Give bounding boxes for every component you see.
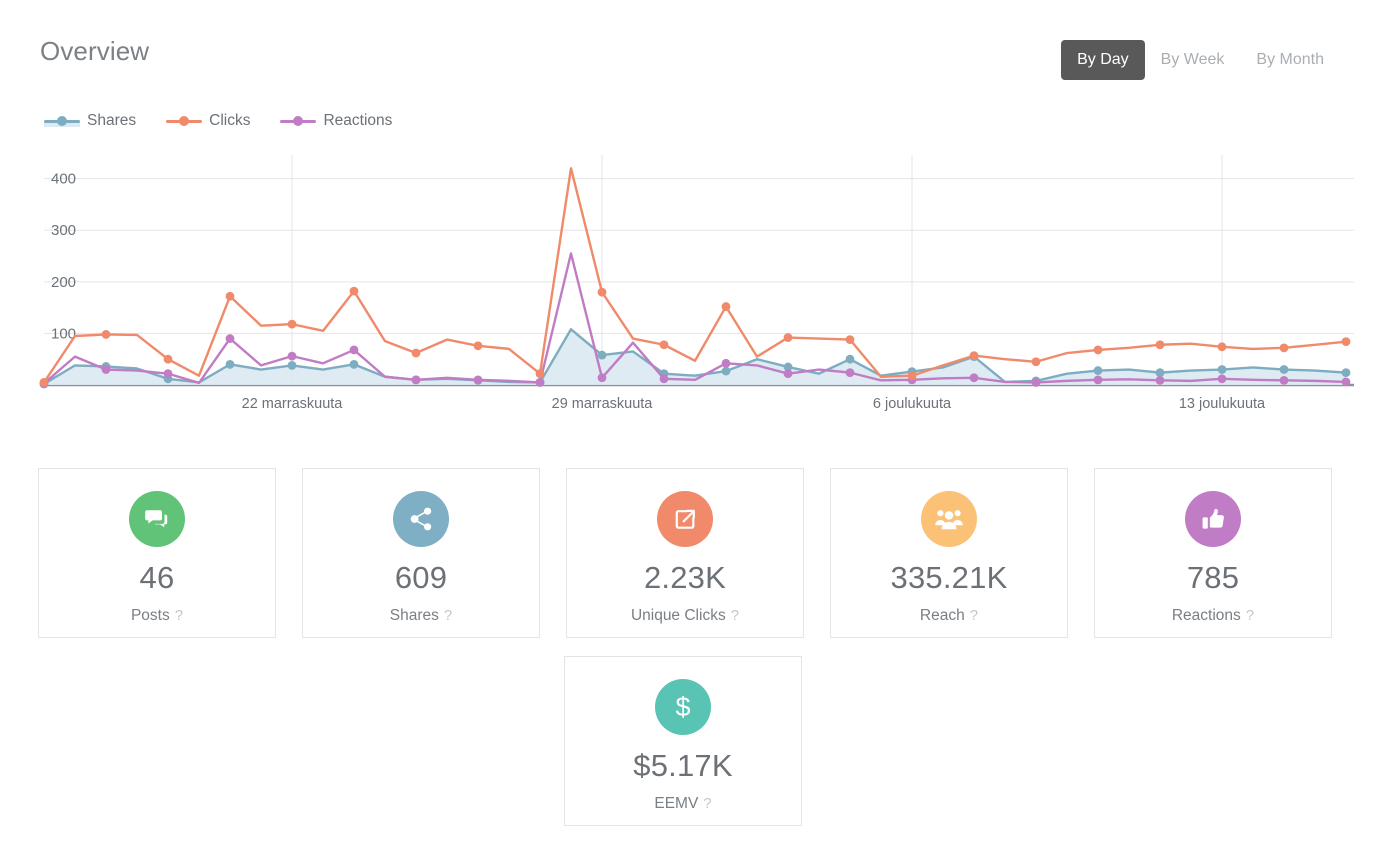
stat-card-posts[interactable]: 46 Posts ?	[38, 468, 276, 638]
help-icon-reach[interactable]: ?	[970, 607, 978, 624]
legend-swatch-shares-icon	[44, 114, 80, 128]
external-link-icon	[657, 491, 713, 547]
stat-label-text-unique-clicks: Unique Clicks	[630, 607, 726, 625]
stat-label-text-shares: Shares	[389, 607, 439, 625]
range-button-by-week[interactable]: By Week	[1145, 40, 1241, 80]
legend-item-reactions[interactable]: Reactions	[280, 112, 392, 130]
page-title: Overview	[40, 36, 150, 66]
x-axis-tick-label: 6 joulukuuta	[873, 396, 952, 412]
people-group-icon	[921, 491, 977, 547]
range-toggle-group: By Day By Week By Month	[1061, 40, 1340, 80]
legend-label-shares: Shares	[87, 112, 137, 129]
stat-value-shares: 609	[394, 560, 448, 595]
chart-canvas: 10020030040022 marraskuuta 29 marraskuuta…	[39, 155, 1354, 412]
stat-label-eemv: EEMV ?	[654, 795, 711, 813]
chart-legend: Shares Clicks Reactions	[44, 112, 392, 130]
legend-item-shares[interactable]: Shares	[44, 112, 136, 130]
legend-swatch-clicks-icon	[166, 114, 203, 128]
thumbs-up-icon	[1185, 491, 1241, 547]
stat-label-posts: Posts ?	[131, 607, 183, 625]
legend-label-reactions: Reactions	[323, 112, 393, 129]
stat-card-unique-clicks[interactable]: 2.23K Unique Clicks ?	[566, 468, 804, 638]
stat-value-unique-clicks: 2.23K	[643, 560, 726, 595]
help-icon-shares[interactable]: ?	[444, 607, 452, 624]
stat-label-text-posts: Posts	[130, 607, 170, 625]
y-axis-tick-300: 300	[51, 222, 76, 239]
overview-page: Overview By Day By Week By Month Shares …	[0, 0, 1384, 850]
stat-label-text-reactions: Reactions	[1171, 607, 1241, 625]
stat-value-reactions: 785	[1186, 560, 1240, 595]
help-icon-reactions[interactable]: ?	[1246, 607, 1254, 624]
share-nodes-icon	[393, 491, 449, 547]
stat-label-unique-clicks: Unique Clicks ?	[631, 607, 739, 625]
stat-value-posts: 46	[139, 560, 175, 595]
stat-value-eemv: $5.17K	[633, 748, 733, 783]
chart-series-clicks	[39, 167, 1351, 387]
help-icon-eemv[interactable]: ?	[703, 795, 711, 812]
y-axis-tick-200: 200	[51, 274, 76, 291]
x-axis-tick-label: 13 joulukuuta	[1179, 396, 1266, 412]
dollar-sign-icon: $	[655, 679, 711, 735]
stat-card-eemv[interactable]: $ $5.17K EEMV ?	[564, 656, 802, 826]
stat-cards-row-primary: 46 Posts ? 609 Shares ? 2.23K Unique Cli…	[38, 468, 1346, 638]
x-axis-tick-label: 22 marraskuuta	[242, 396, 344, 412]
help-icon-posts[interactable]: ?	[175, 607, 183, 624]
overview-line-chart[interactable]: 100 200 300 400 22 marraskuuta 29 marraskuuta…	[0, 150, 1384, 420]
stat-card-reach[interactable]: 335.21K Reach ?	[830, 468, 1068, 638]
x-axis-tick-label: 29 marraskuuta	[552, 396, 654, 412]
legend-label-clicks: Clicks	[209, 112, 251, 129]
legend-swatch-reactions-icon	[280, 114, 317, 128]
stat-card-shares[interactable]: 609 Shares ?	[302, 468, 540, 638]
stat-label-reactions: Reactions ?	[1172, 607, 1254, 625]
stat-label-shares: Shares ?	[390, 607, 452, 625]
y-axis-tick-400: 400	[51, 171, 76, 188]
stat-card-reactions[interactable]: 785 Reactions ?	[1094, 468, 1332, 638]
stat-label-text-reach: Reach	[919, 607, 965, 625]
range-button-by-day[interactable]: By Day	[1061, 40, 1145, 80]
dollar-glyph: $	[675, 691, 691, 722]
stat-value-reach: 335.21K	[890, 560, 1008, 595]
stat-label-reach: Reach ?	[920, 607, 978, 625]
stat-cards-row-secondary: $ $5.17K EEMV ?	[564, 656, 802, 826]
page-header: Overview By Day By Week By Month	[0, 0, 1384, 96]
speech-bubble-icon	[129, 491, 185, 547]
help-icon-unique-clicks[interactable]: ?	[731, 607, 739, 624]
range-button-by-month[interactable]: By Month	[1240, 40, 1340, 80]
legend-item-clicks[interactable]: Clicks	[166, 112, 250, 130]
stat-label-text-eemv: EEMV	[654, 795, 699, 813]
